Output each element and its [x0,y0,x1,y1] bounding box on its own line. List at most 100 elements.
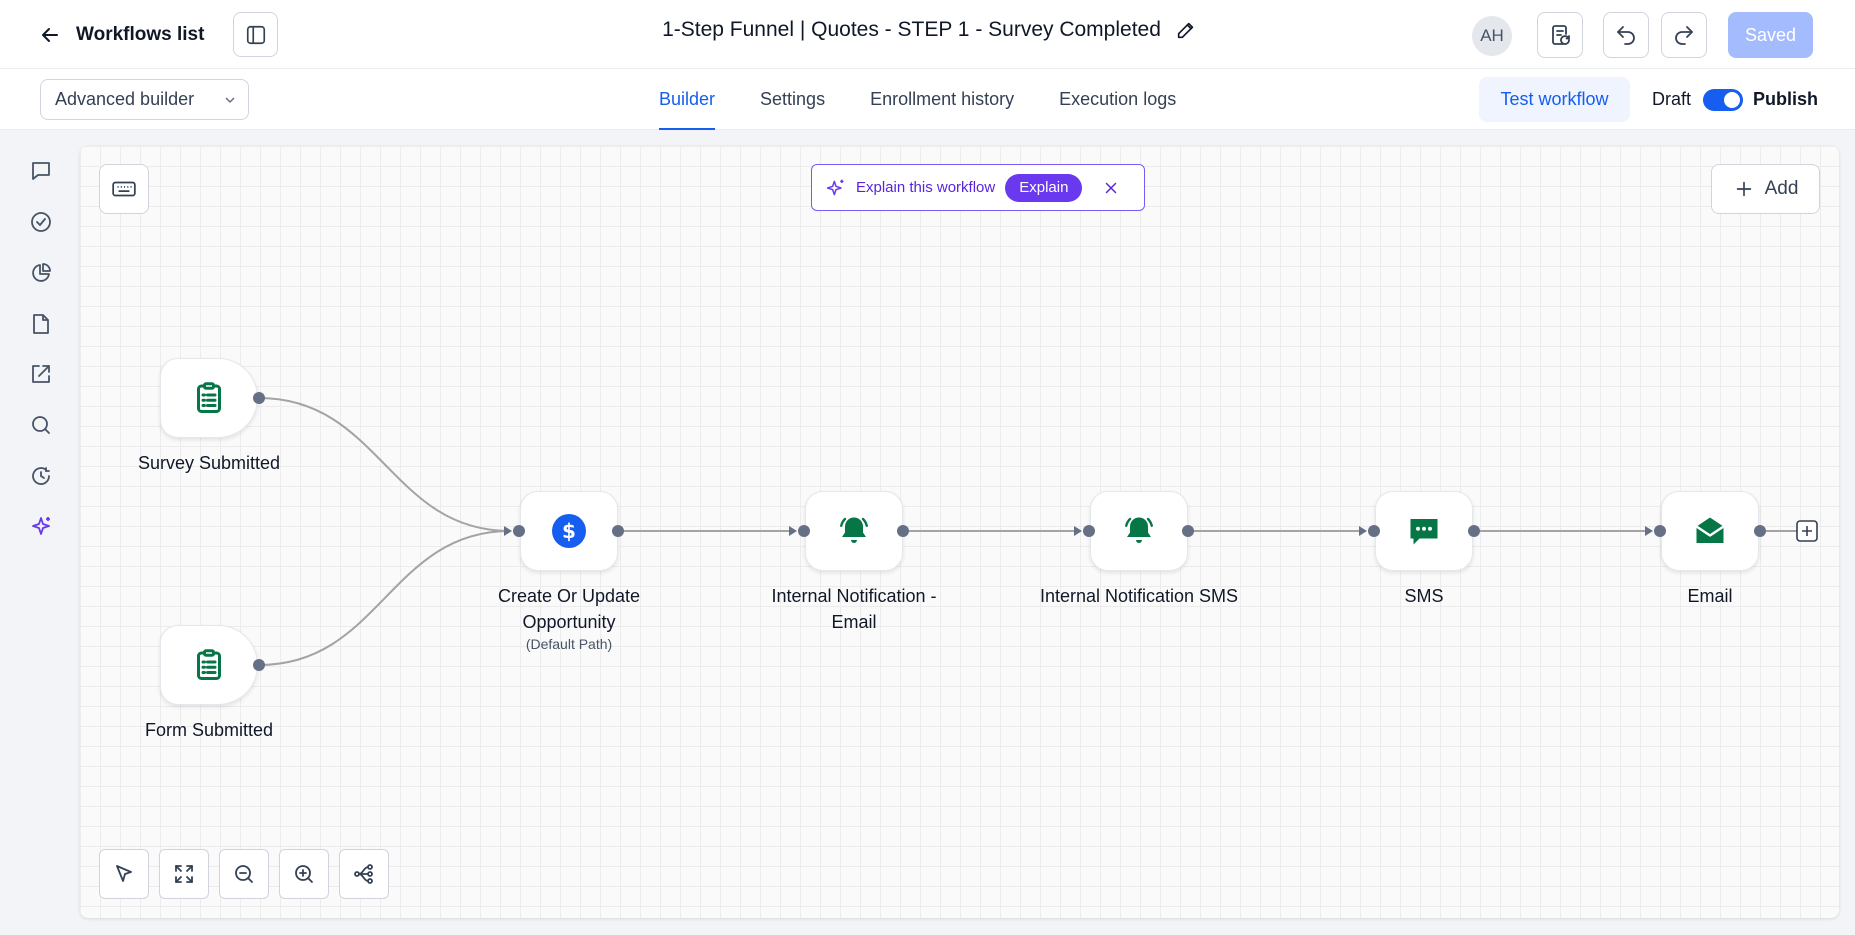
panel-toggle-button[interactable] [233,12,278,57]
workflow-canvas[interactable] [80,146,1839,918]
trigger-label: Form Submitted [144,720,274,740]
sub-bar: Advanced builder Builder Settings Enroll… [0,69,1855,130]
rail-item-notes[interactable] [24,307,58,341]
action-node-create-opportunity[interactable]: $ [520,491,618,571]
trigger-node-form-submitted[interactable] [160,625,258,705]
tab-settings[interactable]: Settings [760,69,825,130]
output-port[interactable] [1182,525,1194,537]
rail-item-share[interactable] [24,357,58,391]
rail-item-ai[interactable] [24,510,58,544]
bell-icon [840,517,868,543]
redo-icon [1675,26,1693,45]
publish-toggle[interactable] [1703,89,1743,111]
rail-item-history[interactable] [24,459,58,493]
clipboard-icon [197,382,221,413]
keyboard-icon [112,181,136,197]
output-port[interactable] [612,525,624,537]
output-port[interactable] [253,659,265,671]
mail-icon [1695,517,1725,543]
auto-layout-icon [354,864,373,884]
action-label: Internal Notification SMS [1039,586,1239,606]
workflow-title: 1-Step Funnel | Quotes - STEP 1 - Survey… [662,18,1161,41]
zoom-in-icon [295,865,313,883]
default-path-label: (Default Path) [525,636,613,652]
tab-enrollment-history[interactable]: Enrollment history [870,69,1014,130]
explain-button[interactable]: Explain [1005,173,1083,202]
zoom-out-icon [235,865,253,883]
search-icon [32,416,50,434]
history-icon [32,467,50,485]
plus-icon [1736,181,1751,197]
tab-bar: Builder Settings Enrollment history Exec… [659,69,1221,130]
keyboard-shortcuts-button[interactable] [99,164,149,214]
publish-label: Publish [1753,89,1819,109]
sparkle-icon [826,179,844,195]
zoom-in-button[interactable] [279,849,329,899]
builder-mode-value: Advanced builder [55,89,195,109]
avatar[interactable]: AH [1472,16,1512,56]
input-port[interactable] [798,525,810,537]
pie-chart-icon [32,263,51,282]
left-rail [0,130,80,935]
file-icon [33,314,49,334]
zoom-out-button[interactable] [219,849,269,899]
action-node-email[interactable] [1661,491,1759,571]
builder-mode-select[interactable]: Advanced builder [40,79,249,120]
undo-icon [1617,26,1635,45]
action-node-internal-notification-email[interactable] [805,491,903,571]
fit-view-icon [175,865,193,883]
arrow-left-icon [42,28,58,42]
sidebar-panel-icon [246,25,265,44]
chevron-down-icon [225,97,235,104]
action-label: SMS [1404,586,1444,606]
trigger-label: Survey Submitted [137,453,281,473]
explain-workflow-banner: Explain this workflow Explain [811,164,1145,211]
top-bar: Workflows list 1-Step Funnel | Quotes - … [0,0,1855,69]
pointer-icon [116,865,132,882]
rail-item-search[interactable] [24,408,58,442]
test-workflow-button[interactable]: Test workflow [1479,77,1630,122]
rail-item-stats[interactable] [24,256,58,290]
close-explain-button[interactable] [1100,177,1122,199]
output-port[interactable] [897,525,909,537]
select-tool-button[interactable] [99,849,149,899]
action-label: Create Or Update Opportunity (Default Pa… [469,583,669,653]
workflow-title-container: 1-Step Funnel | Quotes - STEP 1 - Survey… [658,18,1197,42]
external-link-icon [32,365,50,383]
tab-execution-logs[interactable]: Execution logs [1059,69,1176,130]
output-port[interactable] [253,392,265,404]
check-circle-icon [31,212,51,232]
action-label: Email [1687,586,1733,606]
clipboard-icon [197,649,221,680]
output-port[interactable] [1468,525,1480,537]
draft-label: Draft [1652,89,1692,109]
output-port[interactable] [1754,525,1766,537]
add-button[interactable]: Add [1711,164,1820,214]
action-node-sms[interactable] [1375,491,1473,571]
input-port[interactable] [1654,525,1666,537]
rail-item-comments[interactable] [24,154,58,188]
tab-builder[interactable]: Builder [659,69,716,130]
edit-pencil-icon[interactable] [1175,19,1197,41]
auto-layout-button[interactable] [339,849,389,899]
undo-button[interactable] [1603,12,1649,58]
trigger-node-survey-submitted[interactable] [160,358,258,438]
rail-item-checks[interactable] [24,205,58,239]
version-history-button[interactable] [1537,12,1583,58]
redo-button[interactable] [1661,12,1707,58]
bell-icon [1125,517,1153,543]
chat-icon [32,162,50,180]
input-port[interactable] [513,525,525,537]
action-node-internal-notification-sms[interactable] [1090,491,1188,571]
saved-button[interactable]: Saved [1728,12,1813,58]
input-port[interactable] [1083,525,1095,537]
message-icon [1410,519,1438,545]
fit-view-button[interactable] [159,849,209,899]
back-to-workflows-link[interactable]: Workflows list [38,20,204,50]
add-label: Add [1764,178,1799,199]
svg-text:$: $ [562,519,576,543]
input-port[interactable] [1368,525,1380,537]
document-refresh-icon [1552,25,1570,45]
close-icon [1106,182,1117,193]
action-title: Create Or Update Opportunity [497,586,641,632]
